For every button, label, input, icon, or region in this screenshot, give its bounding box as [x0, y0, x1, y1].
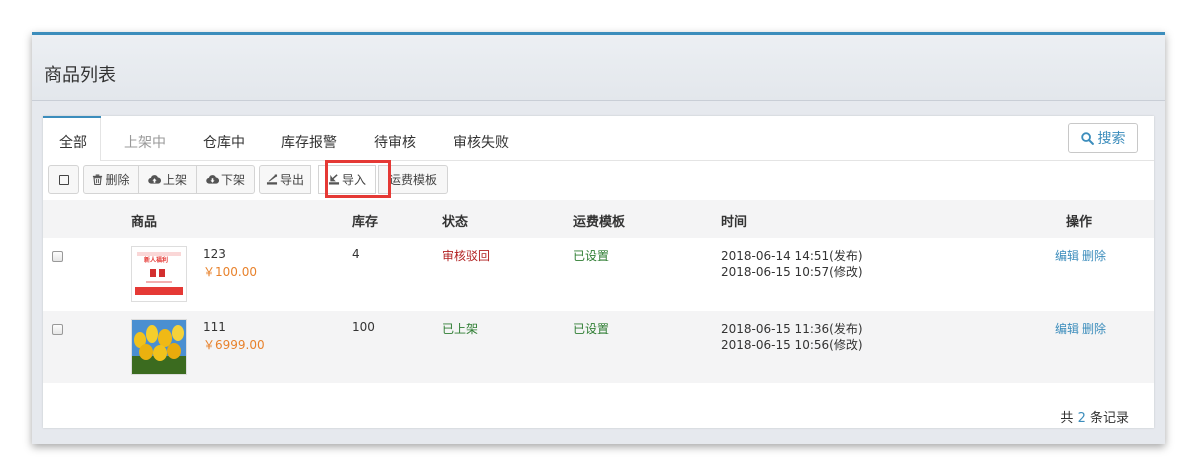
search-button-label: 搜索: [1097, 131, 1126, 147]
product-thumbnail: 新人福利: [131, 246, 187, 302]
status-badge: 审核驳回: [442, 249, 491, 263]
on-shelf-button[interactable]: 上架: [138, 165, 197, 194]
product-name: 111: [203, 320, 226, 334]
table-row: 111 ￥6999.00 100 已上架 已设置 2018-06-15 11:3…: [43, 311, 1154, 383]
delete-button-label: 删除: [105, 173, 130, 187]
column-header-stock: 库存: [352, 215, 379, 230]
shipping-status: 已设置: [573, 322, 610, 336]
export-button[interactable]: 导出: [259, 165, 311, 194]
row-checkbox[interactable]: [52, 251, 63, 262]
record-count-suffix: 条记录: [1089, 411, 1129, 426]
status-badge: 已上架: [442, 322, 479, 336]
search-icon: [1080, 131, 1094, 145]
export-button-label: 导出: [279, 173, 304, 187]
import-icon: [328, 174, 340, 185]
row-checkbox[interactable]: [52, 324, 63, 335]
edit-link[interactable]: 编辑: [1055, 247, 1079, 264]
delete-button[interactable]: 删除: [83, 165, 139, 194]
modified-time: 2018-06-15 10:57(修改): [721, 265, 863, 279]
export-icon: [266, 174, 278, 185]
tab-bar: 全部 上架中 仓库中 库存报警 待审核 审核失败 搜索: [43, 116, 1154, 161]
table-header: 商品 库存 状态 运费模板 时间 操作: [43, 200, 1154, 238]
delete-link[interactable]: 删除: [1082, 320, 1106, 337]
column-header-actions: 操作: [1066, 215, 1093, 230]
record-count-number: 2: [1077, 411, 1086, 426]
tab-on-shelf[interactable]: 上架中: [124, 132, 166, 152]
product-list-panel: 商品列表 全部 上架中 仓库中 库存报警 待审核 审核失败 搜索 删除 上架 下…: [32, 32, 1165, 444]
column-header-status: 状态: [442, 215, 469, 230]
import-button[interactable]: 导入: [318, 165, 376, 194]
shipping-template-button[interactable]: 运费模板: [378, 165, 448, 194]
column-header-time: 时间: [721, 215, 748, 230]
shipping-status: 已设置: [573, 249, 610, 263]
on-shelf-button-label: 上架: [162, 173, 187, 187]
modified-time: 2018-06-15 10:56(修改): [721, 338, 863, 352]
product-stock: 100: [352, 320, 375, 334]
product-name: 123: [203, 247, 226, 261]
tab-pending-review[interactable]: 待审核: [374, 132, 416, 152]
checkbox-icon: [58, 174, 69, 185]
off-shelf-button-label: 下架: [220, 173, 245, 187]
page-title: 商品列表: [44, 65, 116, 86]
tab-stock-alert[interactable]: 库存报警: [281, 132, 337, 152]
record-count: 共 2 条记录: [1060, 407, 1129, 426]
edit-link[interactable]: 编辑: [1055, 320, 1079, 337]
content-card: 全部 上架中 仓库中 库存报警 待审核 审核失败 搜索 删除 上架 下架 导出 …: [43, 116, 1154, 428]
shipping-template-button-label: 运费模板: [388, 173, 437, 187]
table-row: 新人福利 123 ￥100.00 4 审核驳回 已设置 2018-06-14 1…: [43, 238, 1154, 310]
product-thumbnail: [131, 319, 187, 375]
tab-all[interactable]: 全部: [59, 132, 87, 152]
import-button-label: 导入: [341, 173, 366, 187]
column-header-shipping: 运费模板: [573, 215, 626, 230]
product-stock: 4: [352, 247, 360, 261]
trash-icon: [93, 174, 103, 185]
product-price: ￥6999.00: [203, 338, 265, 352]
off-shelf-button[interactable]: 下架: [196, 165, 255, 194]
product-price: ￥100.00: [203, 265, 257, 279]
search-button[interactable]: 搜索: [1068, 123, 1138, 153]
published-time: 2018-06-15 11:36(发布): [721, 322, 863, 336]
panel-header: 商品列表: [32, 35, 1165, 101]
delete-link[interactable]: 删除: [1082, 247, 1106, 264]
cloud-download-icon: [206, 175, 219, 184]
thumbnail-promo-text: 新人福利: [144, 257, 169, 264]
select-all-button[interactable]: [48, 165, 79, 194]
record-count-prefix: 共: [1060, 411, 1074, 426]
product-image-tulips: [132, 320, 186, 374]
tab-warehouse[interactable]: 仓库中: [203, 132, 245, 152]
cloud-upload-icon: [148, 175, 161, 184]
tab-review-failed[interactable]: 审核失败: [453, 132, 509, 152]
published-time: 2018-06-14 14:51(发布): [721, 249, 863, 263]
column-header-product: 商品: [131, 215, 158, 230]
active-tab-indicator: [43, 116, 101, 118]
